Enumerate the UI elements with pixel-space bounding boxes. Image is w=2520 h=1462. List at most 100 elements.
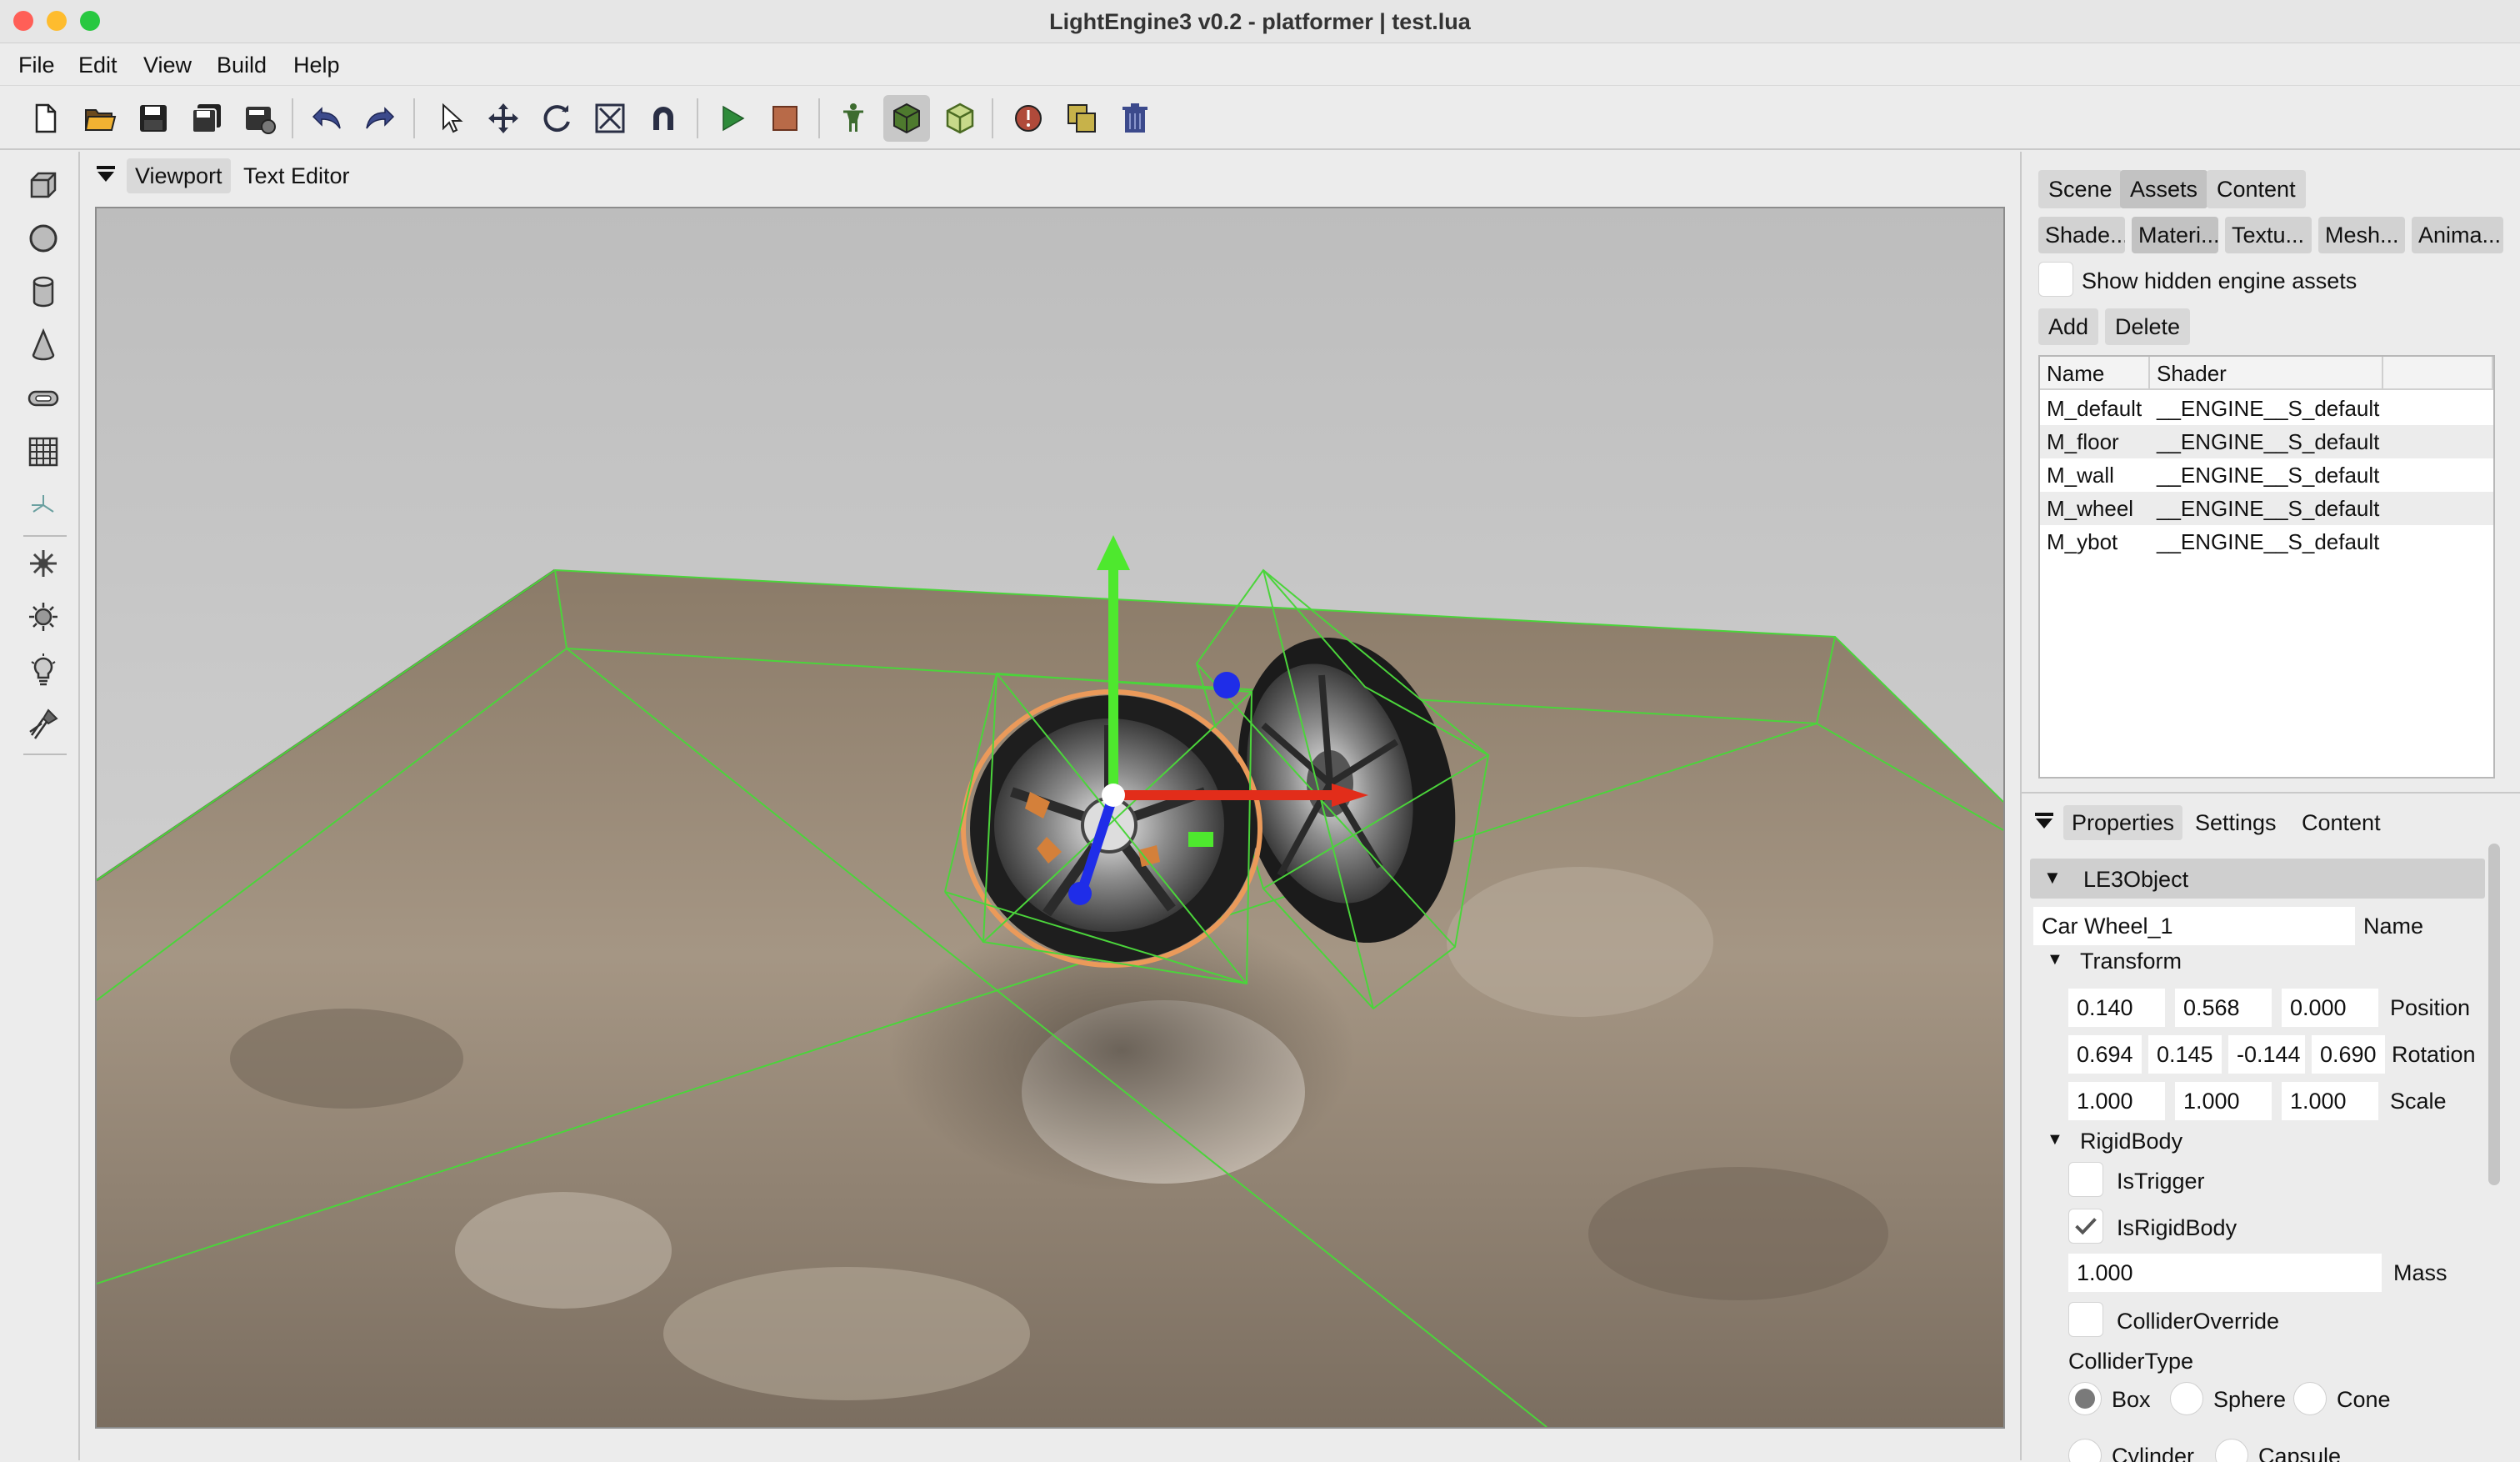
- rotation-x-field[interactable]: 0.694: [2068, 1035, 2142, 1074]
- cube-wire-icon[interactable]: [937, 95, 983, 142]
- properties-scrollbar[interactable]: [2488, 844, 2500, 1185]
- rotation-w-field[interactable]: 0.690: [2312, 1035, 2385, 1074]
- tab-settings[interactable]: Settings: [2187, 805, 2285, 840]
- rigidbody-collapse-icon[interactable]: ▼: [2047, 1127, 2063, 1152]
- trash-icon[interactable]: [1112, 95, 1158, 142]
- row-shader: __ENGINE__S_default: [2157, 529, 2380, 554]
- row-name: M_wall: [2047, 463, 2114, 488]
- subtab-textures[interactable]: Textu...: [2225, 217, 2312, 253]
- empty-axis-icon[interactable]: [20, 482, 67, 528]
- scale-y-field[interactable]: 1.000: [2175, 1082, 2272, 1120]
- cube-solid-icon[interactable]: [883, 95, 930, 142]
- scale-z-field[interactable]: 1.000: [2282, 1082, 2378, 1120]
- tab-text-editor[interactable]: Text Editor: [235, 158, 358, 193]
- collider-cylinder-radio[interactable]: [2068, 1439, 2102, 1462]
- new-file-icon[interactable]: [22, 95, 68, 142]
- add-asset-button[interactable]: Add: [2038, 308, 2099, 345]
- duplicate-icon[interactable]: [1058, 95, 1105, 142]
- info-icon[interactable]: [1005, 95, 1052, 142]
- is-rigidbody-label: IsRigidBody: [2117, 1215, 2238, 1240]
- tab-properties[interactable]: Properties: [2063, 805, 2183, 840]
- collider-capsule-radio[interactable]: [2215, 1439, 2248, 1462]
- scale-x-field[interactable]: 1.000: [2068, 1082, 2165, 1120]
- table-row[interactable]: M_floor __ENGINE__S_default: [2040, 425, 2493, 458]
- table-row[interactable]: M_wall __ENGINE__S_default: [2040, 458, 2493, 492]
- box-primitive-icon[interactable]: [20, 162, 67, 208]
- collider-sphere-radio[interactable]: [2170, 1382, 2203, 1415]
- grid-primitive-icon[interactable]: [20, 428, 67, 475]
- collapse-triangle-icon[interactable]: ▼: [2043, 865, 2062, 890]
- collider-override-checkbox[interactable]: [2068, 1302, 2103, 1337]
- panel-menu-icon[interactable]: [95, 163, 117, 185]
- tab-viewport[interactable]: Viewport: [127, 158, 231, 193]
- play-icon[interactable]: [708, 95, 755, 142]
- mass-field[interactable]: 1.000: [2068, 1254, 2382, 1292]
- move-icon[interactable]: [480, 95, 527, 142]
- table-row[interactable]: M_default __ENGINE__S_default: [2040, 392, 2493, 425]
- position-label: Position: [2390, 995, 2471, 1020]
- subtab-animations[interactable]: Anima...: [2412, 217, 2503, 253]
- open-folder-icon[interactable]: [77, 95, 123, 142]
- 3d-viewport[interactable]: [95, 207, 2005, 1429]
- tab-assets[interactable]: Assets: [2120, 170, 2208, 208]
- collider-capsule-label: Capsule: [2258, 1444, 2342, 1462]
- rotation-y-field[interactable]: 0.145: [2148, 1035, 2222, 1074]
- position-y-field[interactable]: 0.568: [2175, 989, 2272, 1027]
- spot-light-icon[interactable]: [20, 700, 67, 747]
- character-icon[interactable]: [830, 95, 877, 142]
- show-hidden-checkbox[interactable]: [2038, 262, 2073, 297]
- bulb-light-icon[interactable]: [20, 647, 67, 693]
- menu-edit[interactable]: Edit: [72, 44, 124, 86]
- is-rigidbody-checkbox[interactable]: [2068, 1209, 2103, 1244]
- toolbar-separator: [292, 98, 293, 138]
- delete-asset-button[interactable]: Delete: [2105, 308, 2191, 345]
- collider-cone-radio[interactable]: [2293, 1382, 2327, 1415]
- materials-table: Name Shader M_default __ENGINE__S_defaul…: [2038, 355, 2495, 779]
- scale-label: Scale: [2390, 1089, 2447, 1114]
- cylinder-primitive-icon[interactable]: [20, 268, 67, 315]
- menu-help[interactable]: Help: [287, 44, 347, 86]
- rotation-z-field[interactable]: -0.144: [2228, 1035, 2305, 1074]
- sphere-primitive-icon[interactable]: [20, 215, 67, 262]
- column-header-shader[interactable]: Shader: [2150, 357, 2383, 390]
- table-row[interactable]: M_wheel __ENGINE__S_default: [2040, 492, 2493, 525]
- panel-menu-icon[interactable]: [2033, 810, 2055, 832]
- column-header-name[interactable]: Name: [2040, 357, 2150, 390]
- menu-build[interactable]: Build: [210, 44, 273, 86]
- position-x-field[interactable]: 0.140: [2068, 989, 2165, 1027]
- save-all-icon[interactable]: [183, 95, 230, 142]
- checkmark-icon: [2075, 1218, 2097, 1235]
- tab-scene[interactable]: Scene: [2038, 170, 2122, 208]
- collider-box-radio[interactable]: [2068, 1382, 2102, 1415]
- collider-box-label: Box: [2112, 1387, 2151, 1412]
- menu-file[interactable]: File: [12, 44, 62, 86]
- select-cursor-icon[interactable]: [427, 95, 473, 142]
- snap-magnet-icon[interactable]: [640, 95, 687, 142]
- collider-sphere-label: Sphere: [2213, 1387, 2287, 1412]
- menu-view[interactable]: View: [137, 44, 198, 86]
- subtab-materials[interactable]: Materi...: [2132, 217, 2218, 253]
- scale-icon[interactable]: [587, 95, 633, 142]
- capsule-primitive-icon[interactable]: [20, 375, 67, 422]
- subtab-shaders[interactable]: Shade...: [2038, 217, 2125, 253]
- cone-primitive-icon[interactable]: [20, 322, 67, 368]
- transform-collapse-icon[interactable]: ▼: [2047, 947, 2063, 972]
- rotate-icon[interactable]: [533, 95, 580, 142]
- sun-light-icon[interactable]: [20, 593, 67, 640]
- right-panel: Scene Assets Content Shade... Materi... …: [2020, 152, 2520, 1462]
- tool-separator: [23, 754, 67, 755]
- undo-icon[interactable]: [303, 95, 350, 142]
- stop-icon[interactable]: [762, 95, 808, 142]
- export-icon[interactable]: [237, 95, 283, 142]
- redo-icon[interactable]: [357, 95, 403, 142]
- particles-icon[interactable]: [20, 540, 67, 587]
- table-row[interactable]: M_ybot __ENGINE__S_default: [2040, 525, 2493, 558]
- object-name-field[interactable]: Car Wheel_1: [2033, 907, 2355, 945]
- save-icon[interactable]: [130, 95, 177, 142]
- tab-props-content[interactable]: Content: [2293, 805, 2389, 840]
- position-z-field[interactable]: 0.000: [2282, 989, 2378, 1027]
- tab-content[interactable]: Content: [2207, 170, 2306, 208]
- is-trigger-checkbox[interactable]: [2068, 1162, 2103, 1197]
- subtab-meshes[interactable]: Mesh...: [2318, 217, 2405, 253]
- window-titlebar: LightEngine3 v0.2 - platformer | test.lu…: [0, 0, 2520, 43]
